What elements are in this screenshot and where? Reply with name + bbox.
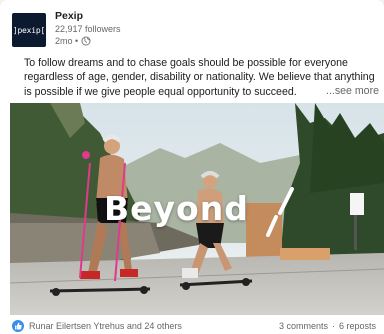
globe-icon [81,36,91,46]
engagement-counts: 3 comments · 6 reposts [279,321,376,331]
post-card: ]pexip[ Pexip 22,917 followers 2mo • To … [0,0,384,334]
author-meta: Pexip 22,917 followers 2mo • [55,10,121,54]
image-overlay-text: Beyond [104,189,249,228]
count-separator: · [331,321,335,331]
post-header: ]pexip[ Pexip 22,917 followers 2mo • [12,10,121,54]
post-time: 2mo [55,36,73,46]
see-more-link[interactable]: ...see more [326,85,379,97]
reposts-count[interactable]: 6 reposts [339,321,376,331]
follower-count: 22,917 followers [55,24,121,34]
comments-count[interactable]: 3 comments [279,321,328,331]
post-time-row: 2mo • [55,35,121,47]
social-counts-bar: Runar Eilertsen Ytrehus and 24 others 3 … [12,318,384,334]
reactors-link[interactable]: Runar Eilertsen Ytrehus and 24 others [29,321,279,331]
company-logo[interactable]: ]pexip[ [12,13,46,47]
like-icon [12,320,24,332]
post-image[interactable]: Beyond [10,103,384,315]
slash-mark-icon [266,187,294,237]
company-name[interactable]: Pexip [55,10,121,23]
